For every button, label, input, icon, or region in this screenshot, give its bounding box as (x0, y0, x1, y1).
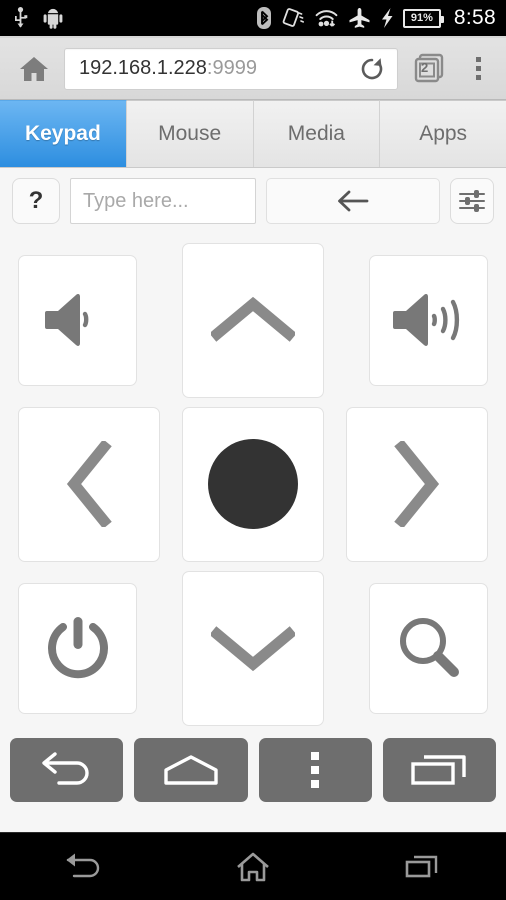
nav-recents-button[interactable] (382, 738, 496, 802)
browser-overflow-button[interactable] (460, 57, 496, 80)
airplane-mode-icon (349, 7, 370, 28)
url-port: :9999 (206, 57, 257, 79)
url-bar[interactable]: 192.168.1.228:9999 (64, 47, 398, 90)
system-home-button[interactable] (169, 850, 338, 884)
home-outline-icon (164, 755, 218, 785)
chevron-down-icon (211, 626, 295, 672)
url-text: 192.168.1.228:9999 (79, 57, 355, 80)
volume-down-button[interactable] (18, 254, 137, 386)
dpad-up-button[interactable] (182, 242, 324, 398)
status-right-icons: 91% 8:58 (256, 6, 496, 30)
dpad-ok-button[interactable] (182, 406, 324, 562)
tab-apps[interactable]: Apps (380, 100, 506, 167)
system-back-icon (66, 853, 100, 877)
tabs-stack-icon (414, 53, 444, 82)
help-button[interactable]: ? (12, 178, 60, 224)
search-button[interactable] (369, 582, 488, 714)
android-icon (43, 8, 63, 29)
system-recents-button[interactable] (337, 852, 506, 882)
status-clock: 8:58 (453, 6, 496, 29)
keypad-row (18, 402, 488, 566)
nav-back-button[interactable] (10, 738, 124, 802)
chevron-up-icon (211, 296, 295, 342)
keyboard-back-button[interactable] (266, 178, 440, 224)
status-left-icons (12, 7, 63, 29)
system-back-button[interactable] (0, 852, 169, 882)
status-bar: 91% 8:58 (0, 0, 506, 36)
system-recents-icon (405, 855, 437, 877)
input-toolbar: ? Type here... (0, 168, 506, 232)
battery-percent-label: 91% (410, 11, 433, 24)
power-button[interactable] (18, 582, 137, 714)
wifi-icon (315, 10, 338, 27)
overflow-menu-icon (475, 57, 481, 62)
url-host: 192.168.1.228 (79, 57, 207, 79)
reload-button[interactable] (355, 55, 389, 83)
keypad-grid (0, 232, 506, 730)
filled-circle-icon (208, 439, 298, 529)
usb-icon (15, 7, 28, 28)
menu-dot (311, 766, 320, 774)
three-dots-icon (311, 752, 320, 788)
magnifier-icon (399, 618, 459, 677)
tab-switcher-button[interactable]: 2 (408, 48, 450, 90)
speaker-high-icon (392, 294, 459, 346)
chevron-right-icon (394, 441, 440, 527)
reload-icon (361, 57, 383, 79)
arrow-left-icon (338, 190, 369, 212)
volume-up-button[interactable] (369, 254, 488, 386)
text-input[interactable]: Type here... (70, 178, 256, 224)
sliders-icon (459, 190, 485, 212)
overflow-dot (475, 66, 481, 71)
phone-screen: 91% 8:58 192.168.1.228:9999 2 Keypad Mou… (0, 0, 506, 900)
recents-icon (411, 755, 467, 785)
power-icon (47, 617, 108, 679)
bluetooth-icon (256, 7, 271, 29)
tab-strip: Keypad Mouse Media Apps (0, 100, 506, 168)
auto-rotate-icon (282, 8, 304, 27)
tab-mouse[interactable]: Mouse (126, 100, 254, 167)
speaker-low-icon (44, 294, 88, 346)
system-navigation-bar (0, 832, 506, 900)
battery-indicator: 91% (402, 8, 444, 28)
tab-keypad[interactable]: Keypad (0, 100, 127, 167)
dpad-left-button[interactable] (18, 406, 160, 562)
nav-menu-button[interactable] (258, 738, 372, 802)
dpad-down-button[interactable] (182, 570, 324, 726)
keypad-row (18, 238, 488, 402)
chevron-left-icon (66, 441, 112, 527)
home-icon (20, 56, 48, 81)
browser-home-button[interactable] (14, 55, 54, 83)
keypad-row (18, 566, 488, 730)
menu-dot (311, 752, 320, 760)
dpad-right-button[interactable] (346, 406, 488, 562)
tab-count-label: 2 (421, 59, 429, 75)
system-home-icon (237, 852, 269, 881)
back-arrow-icon (41, 752, 89, 785)
charging-bolt-icon (381, 8, 393, 28)
browser-toolbar: 192.168.1.228:9999 2 (0, 38, 506, 100)
settings-button[interactable] (450, 178, 494, 224)
overflow-dot (475, 75, 481, 80)
menu-dot (311, 780, 320, 788)
android-action-bar (0, 730, 506, 812)
nav-home-button[interactable] (134, 738, 248, 802)
tab-media[interactable]: Media (253, 100, 381, 167)
